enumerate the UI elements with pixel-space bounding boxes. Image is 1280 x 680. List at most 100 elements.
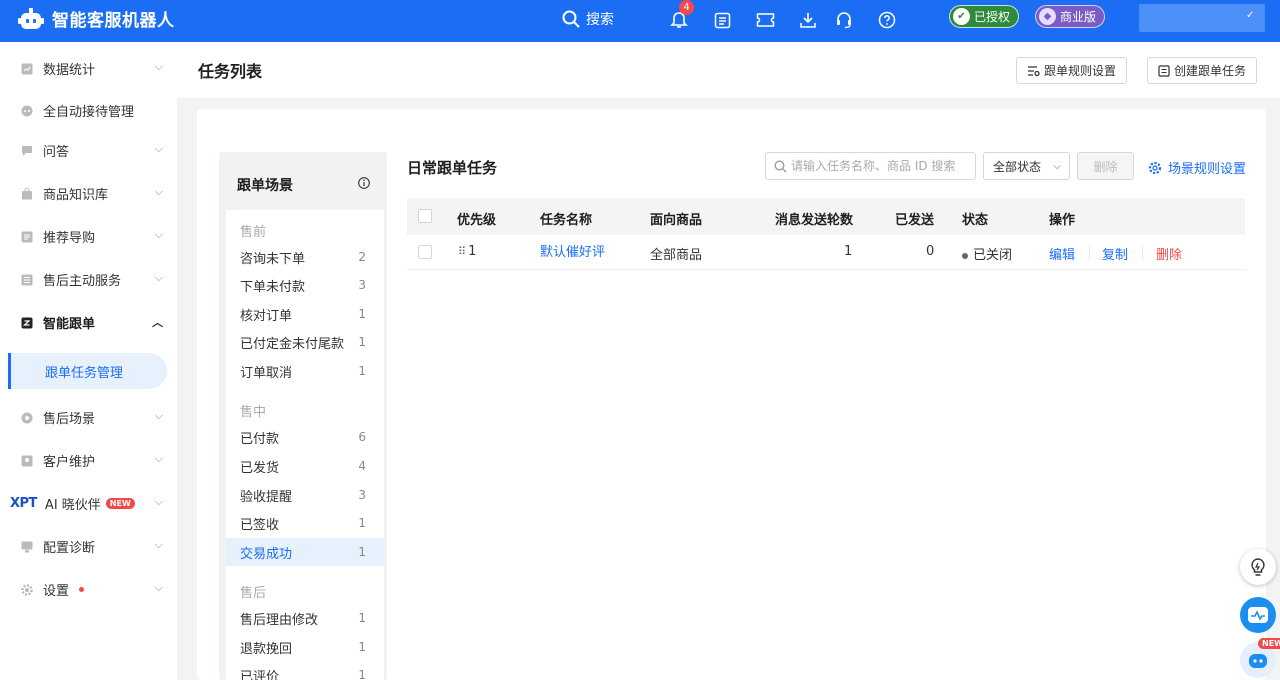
edition-badge[interactable]: ◆ 商业版 [1035,5,1106,28]
chevron-down-icon: ⌵ [154,228,163,241]
help-button[interactable] [876,9,898,31]
scene-item[interactable]: 售后理由修改 1 [226,604,384,632]
select-all-checkbox[interactable] [418,209,432,223]
sidebar-item-label: 问答 [43,145,70,160]
scene-item-selected[interactable]: 交易成功 1 [226,538,384,566]
chat-icon [20,144,33,157]
task-name-link[interactable]: 默认催好评 [540,241,605,260]
table-row: ⠿ 1 默认催好评 全部商品 1 0 已关闭 编辑 复制 删除 [407,235,1245,270]
authorized-badge[interactable]: ✔ 已授权 [949,5,1020,28]
sidebar-item-guide[interactable]: 推荐导购 ⌵ [0,215,177,258]
bag-icon [20,187,33,200]
sidebar-item-label: 售后主动服务 [43,274,122,289]
tips-float-button[interactable] [1240,549,1276,585]
scene-item[interactable]: 验收提醒 3 [226,481,384,509]
scene-item[interactable]: 咨询未下单 2 [226,243,384,271]
scene-item-label: 已发货 [240,460,280,476]
sidebar-item-aftersale-service[interactable]: 售后主动服务 ⌵ [0,258,177,301]
scene-item[interactable]: 已评价 1 [226,661,384,680]
task-table-header: 优先级 任务名称 面向商品 消息发送轮数 已发送 状态 操作 [407,198,1245,235]
download-icon [800,13,816,28]
sidebar-item-label: 配置诊断 [43,541,96,556]
sidebar-item-data-stats[interactable]: 数据统计 ⌵ [0,47,177,90]
app-logo[interactable]: 智能客服机器人 [18,6,175,31]
scene-item[interactable]: 已发货 4 [226,452,384,480]
scene-group-aftersale: 售后 [240,586,267,601]
sidebar-item-qa[interactable]: 问答 ⌵ [0,129,177,172]
scene-rule-settings-link[interactable]: 场景规则设置 [1148,158,1246,177]
sidebar-item-settings[interactable]: 设置 ⌵ [0,568,177,611]
task-list-button[interactable] [711,9,733,31]
scene-item-count: 4 [358,459,366,473]
scene-list: 售前 咨询未下单 2 下单未付款 3 核对订单 1 已付定金未付尾款 1 订单取消 1 售… [226,210,384,680]
batch-delete-button[interactable]: 删除 [1077,152,1134,180]
robot-icon [20,104,33,117]
status-filter-select[interactable]: 全部状态 ⌵ [983,152,1070,180]
sidebar-item-product-kb[interactable]: 商品知识库 ⌵ [0,172,177,215]
priority-cell[interactable]: ⠿ 1 [458,244,476,259]
scene-item-label: 售后理由修改 [240,612,319,628]
scene-item-count: 1 [358,668,366,680]
sidebar-item-label: 跟单任务管理 [45,365,124,381]
scene-item-label: 已签收 [240,517,280,533]
info-icon[interactable] [358,177,370,189]
page-title: 任务列表 [198,62,263,81]
monitor-float-button[interactable] [1240,597,1276,633]
diamond-icon: ◆ [1039,8,1056,25]
scene-item[interactable]: 订单取消 1 [226,357,384,385]
delete-action[interactable]: 删除 [1156,244,1182,263]
customer-icon [20,454,33,467]
scene-group-presale: 售前 [240,225,267,240]
scene-item-count: 1 [358,611,366,625]
status-dot [962,252,968,259]
follow-rule-settings-button[interactable]: 跟单规则设置 [1016,57,1128,84]
priority-value: 1 [468,244,477,259]
row-checkbox[interactable] [418,245,432,259]
authorized-label: 已授权 [974,10,1011,24]
scene-item[interactable]: 已签收 1 [226,509,384,537]
sidebar-item-customer-care[interactable]: 客户维护 ⌵ [0,439,177,482]
task-search-input[interactable] [791,159,971,173]
button-label: 创建跟单任务 [1174,64,1247,78]
scene-item[interactable]: 核对订单 1 [226,300,384,328]
sidebar-item-config-diagnose[interactable]: 配置诊断 ⌵ [0,525,177,568]
scene-item[interactable]: 已付款 6 [226,423,384,451]
sidebar-item-smart-follow[interactable]: 智能跟单 ︿ [0,301,177,344]
sidebar-item-label: 客户维护 [43,455,96,470]
customer-service-button[interactable] [833,9,855,31]
scene-item[interactable]: 下单未付款 3 [226,271,384,299]
scene-item-label: 已付定金未付尾款 [240,336,345,352]
sidebar-item-label: 智能跟单 [43,317,96,332]
sidebar-item-ai-partner[interactable]: XPT AI 晓伙伴 NEW ⌵ [0,482,177,525]
notification-count-badge: 4 [679,0,694,15]
sidebar-item-auto-reception[interactable]: 全自动接待管理 [0,89,177,132]
scene-item-label: 下单未付款 [240,279,306,295]
scene-item-label: 退款挽回 [240,641,293,657]
ticket-button[interactable] [754,9,776,31]
scene-item-count: 1 [358,545,366,559]
edit-action[interactable]: 编辑 [1049,244,1075,263]
lightbulb-icon [1251,558,1265,576]
chevron-down-icon: ✓ [1246,10,1255,21]
create-follow-task-button[interactable]: 创建跟单任务 [1147,57,1258,84]
download-button[interactable] [797,9,819,31]
scene-icon [20,411,33,424]
sidebar-item-label: 数据统计 [43,63,96,78]
sidebar-item-follow-task-manage[interactable]: 跟单任务管理 [8,353,167,389]
sidebar: 数据统计 ⌵ 全自动接待管理 问答 ⌵ 商品知识库 ⌵ 推荐导购 ⌵ 售后主动服… [0,42,177,680]
search-icon [562,10,580,28]
global-search-button[interactable]: 搜索 [562,9,614,29]
sidebar-item-label: 设置 [43,584,70,599]
status-value: 已关闭 [973,248,1013,263]
chevron-down-icon: ⌵ [154,142,163,155]
scene-item[interactable]: 退款挽回 1 [226,633,384,661]
status-cell: 已关闭 [962,244,1012,263]
rule-settings-icon [1028,65,1040,76]
robot-logo-icon [18,7,44,29]
task-search-field[interactable] [765,152,976,180]
copy-action[interactable]: 复制 [1102,244,1128,263]
scene-item[interactable]: 已付定金未付尾款 1 [226,328,384,356]
sidebar-item-aftersale-scene[interactable]: 售后场景 ⌵ [0,396,177,439]
sent-cell: 0 [926,244,935,259]
drag-handle-icon[interactable]: ⠿ [458,245,466,258]
